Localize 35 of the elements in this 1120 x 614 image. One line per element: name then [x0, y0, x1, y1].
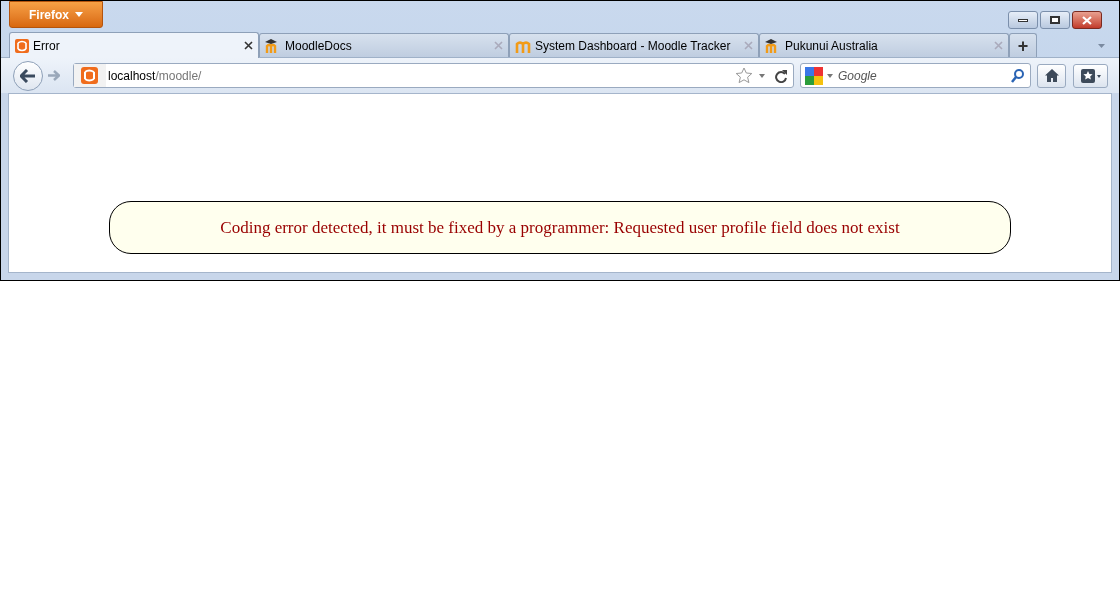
- dropdown-caret-icon[interactable]: [759, 73, 765, 78]
- browser-tab[interactable]: Pukunui Australia: [759, 33, 1009, 57]
- tab-title: MoodleDocs: [285, 37, 353, 55]
- search-field[interactable]: Google: [800, 63, 1031, 88]
- tab-title: System Dashboard - Moodle Tracker: [535, 37, 732, 55]
- search-engine-icon[interactable]: [805, 66, 823, 85]
- search-icon[interactable]: [1011, 68, 1024, 83]
- m-logo-icon: [515, 38, 531, 53]
- dropdown-caret-icon[interactable]: [827, 73, 833, 78]
- reload-icon[interactable]: [774, 68, 788, 83]
- maximize-button[interactable]: [1040, 11, 1070, 29]
- close-button[interactable]: [1072, 11, 1102, 29]
- new-tab-button[interactable]: +: [1009, 33, 1037, 57]
- back-button[interactable]: [13, 60, 43, 91]
- minimize-button[interactable]: [1008, 11, 1038, 29]
- home-button[interactable]: [1037, 63, 1066, 88]
- bookmarks-button[interactable]: [1073, 63, 1108, 88]
- forward-arrow-icon: [48, 70, 60, 81]
- browser-tab[interactable]: MoodleDocs: [259, 33, 509, 57]
- home-icon: [1044, 69, 1059, 82]
- search-input[interactable]: Google: [838, 66, 1011, 85]
- browser-tab[interactable]: System Dashboard - Moodle Tracker: [509, 33, 759, 57]
- browser-tab[interactable]: Error: [9, 32, 259, 58]
- site-icon: [74, 64, 106, 87]
- address-field[interactable]: localhost/moodle/: [73, 63, 794, 88]
- bookmark-star-icon: [1080, 68, 1101, 83]
- error-message: Coding error detected, it must be fixed by a programmer: Requested user profile field does not exist: [220, 216, 900, 239]
- back-arrow-icon: [20, 68, 36, 83]
- tab-title: Error: [33, 37, 61, 55]
- star-icon[interactable]: [735, 67, 753, 84]
- close-tab-icon[interactable]: [244, 41, 253, 50]
- close-icon: [1082, 15, 1092, 25]
- tab-title: Pukunui Australia: [785, 37, 879, 55]
- caret-icon: [75, 12, 83, 17]
- site-icon: [15, 38, 29, 53]
